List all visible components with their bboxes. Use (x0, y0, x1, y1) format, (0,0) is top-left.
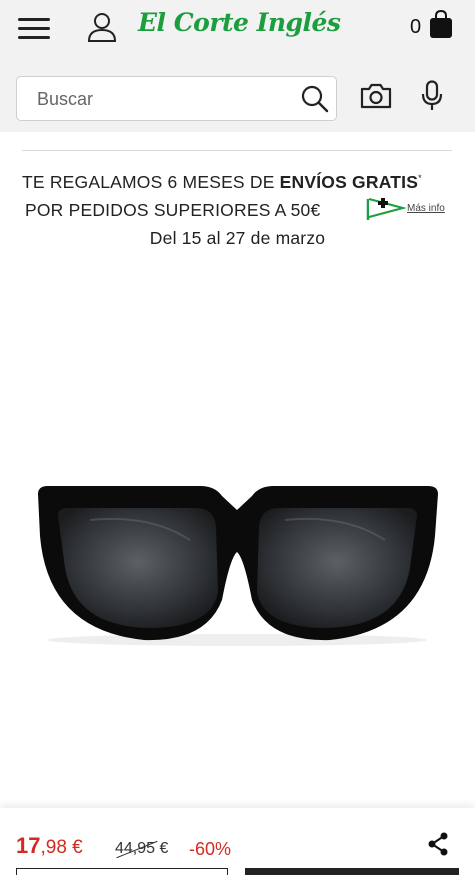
promo-dates: Del 15 al 27 de marzo (149, 228, 326, 248)
search-input[interactable] (37, 87, 287, 111)
secondary-button[interactable] (16, 868, 228, 875)
camera-icon[interactable] (360, 82, 392, 115)
primary-button[interactable] (245, 868, 459, 875)
flag-icon (366, 196, 407, 227)
promo-line1: TE REGALAMOS 6 MESES DE ENVÍOS GRATIS* (22, 172, 462, 193)
share-icon[interactable] (427, 832, 449, 861)
bottom-price-bar: 17,98 € 44,95 € -60% (0, 808, 475, 875)
user-icon[interactable] (86, 11, 118, 43)
divider (22, 150, 452, 151)
current-price: 17,98 € (16, 833, 83, 859)
menu-icon[interactable] (18, 14, 50, 42)
logo-text: El Corte Inglés (138, 8, 341, 37)
logo[interactable]: El Corte Inglés (138, 4, 341, 54)
current-price-int: 17 (16, 833, 41, 858)
search-row (0, 58, 475, 132)
search-icon[interactable] (300, 84, 330, 119)
promo-line2: POR PEDIDOS SUPERIORES A 50€ (25, 200, 321, 220)
promo-asterisk: * (418, 173, 422, 184)
microphone-icon[interactable] (420, 80, 444, 117)
promo-line1-prefix: TE REGALAMOS 6 MESES DE (22, 172, 280, 192)
cart-button[interactable]: 0 (406, 8, 458, 44)
product-image-sunglasses[interactable] (30, 480, 445, 650)
top-bar: El Corte Inglés 0 (0, 0, 475, 58)
search-box[interactable] (16, 76, 337, 121)
original-price: 44,95 € (115, 840, 168, 859)
more-info-link[interactable]: Más info (407, 203, 445, 214)
current-price-decimals: ,98 € (40, 837, 83, 858)
bag-icon (428, 9, 454, 45)
discount-badge: -60% (189, 839, 232, 859)
promo-line1-bold: ENVÍOS GRATIS (279, 172, 419, 192)
cart-count: 0 (410, 16, 422, 38)
